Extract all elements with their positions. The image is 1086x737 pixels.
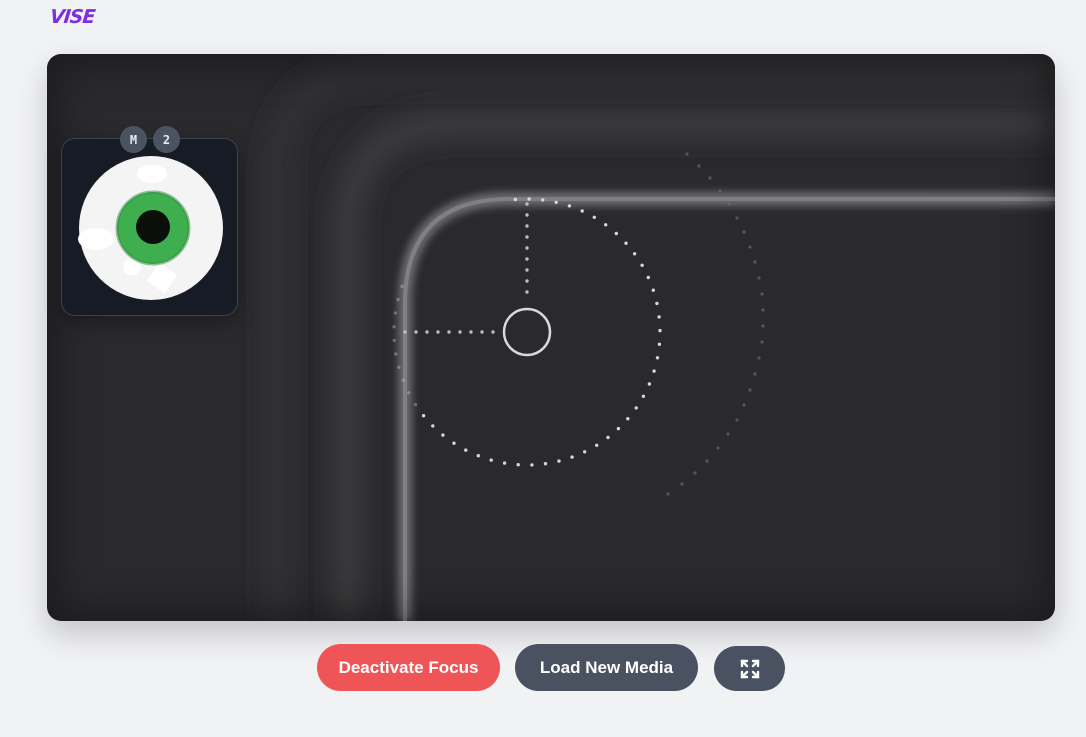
app-logo: VISE bbox=[48, 6, 96, 28]
expand-icon bbox=[740, 659, 759, 678]
eye-icon bbox=[78, 156, 223, 300]
crosshair-lines bbox=[403, 202, 529, 334]
focus-ring bbox=[502, 307, 552, 357]
fullscreen-button[interactable] bbox=[714, 646, 785, 691]
control-bar: Deactivate Focus Load New Media bbox=[0, 644, 1086, 692]
media-thumbnail[interactable] bbox=[61, 138, 238, 316]
mode-badge: M bbox=[120, 126, 147, 153]
deactivate-focus-button[interactable]: Deactivate Focus bbox=[317, 644, 500, 691]
count-badge: 2 bbox=[153, 126, 180, 153]
load-media-button[interactable]: Load New Media bbox=[515, 644, 698, 691]
